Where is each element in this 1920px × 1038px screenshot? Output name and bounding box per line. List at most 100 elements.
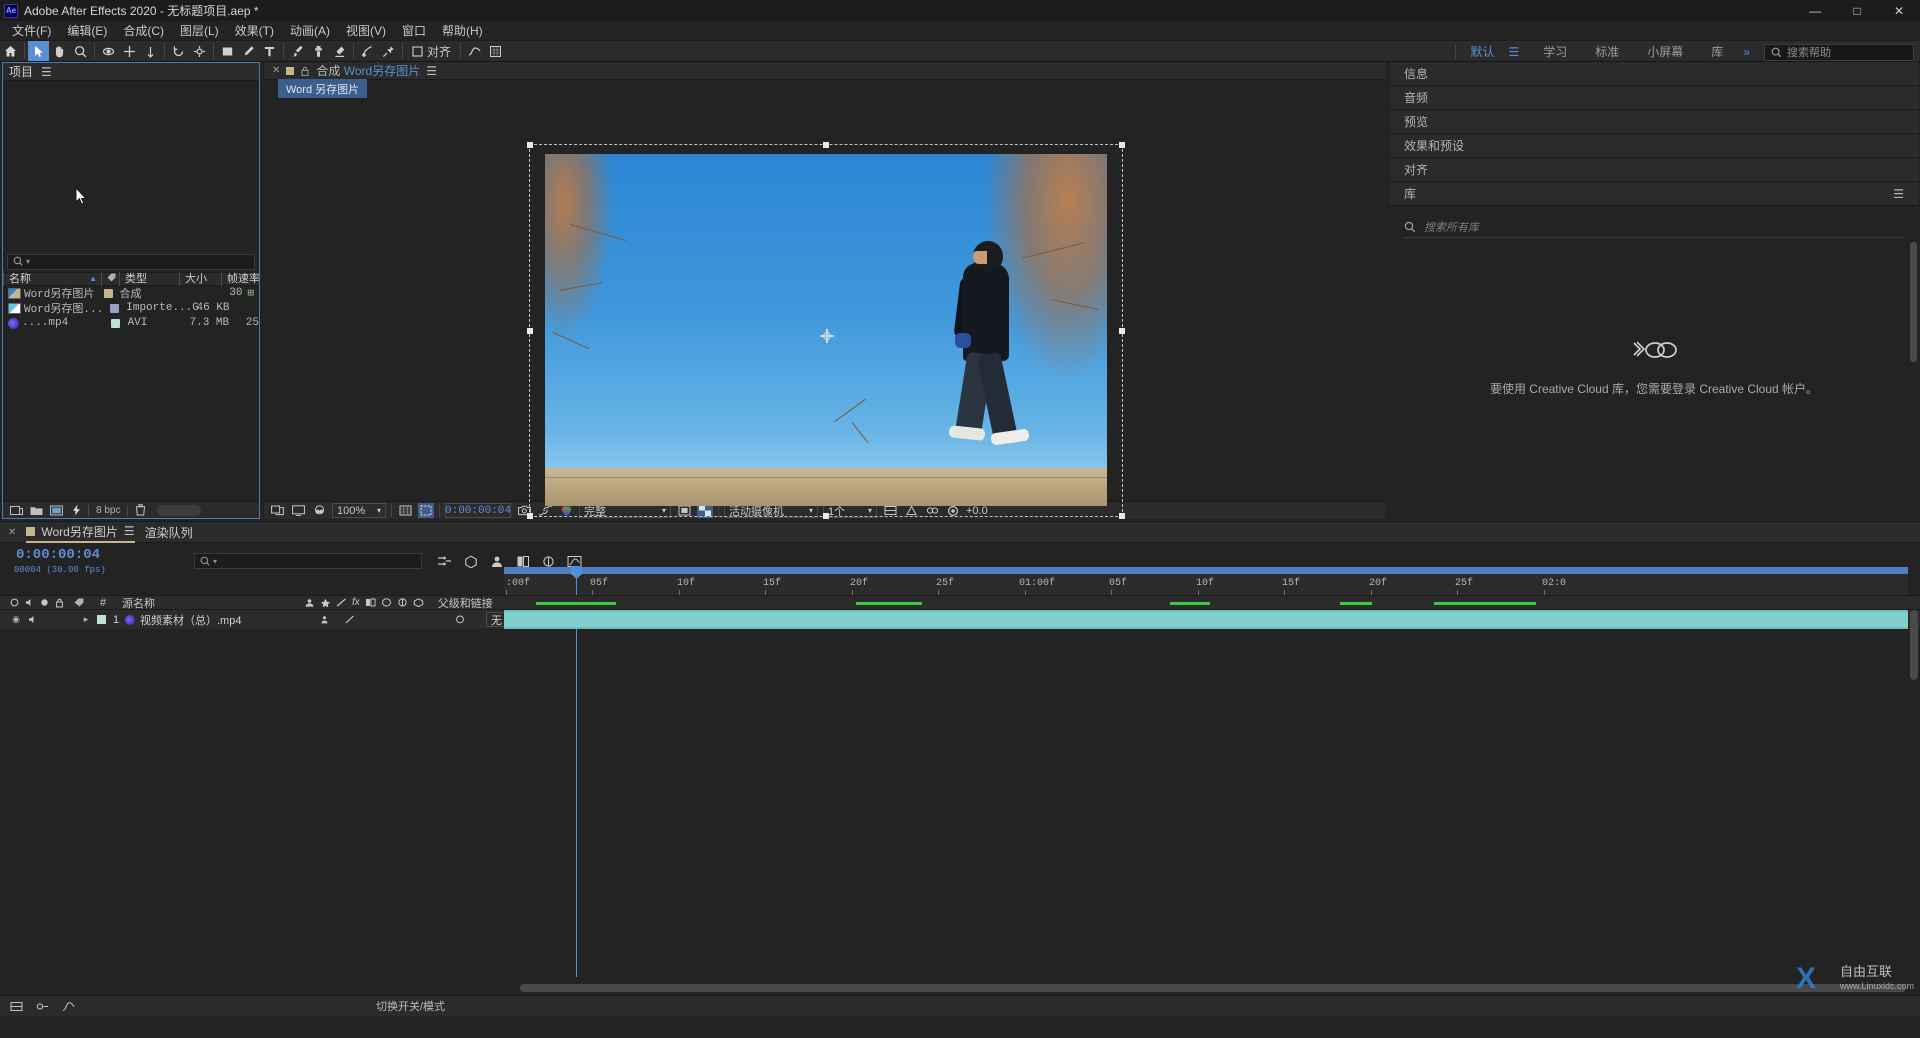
workspace-menu-icon[interactable]: ☰ bbox=[1508, 45, 1529, 59]
column-layer-index[interactable]: # bbox=[94, 597, 112, 609]
main-viewer-icon[interactable] bbox=[290, 503, 306, 518]
menu-animation[interactable]: 动画(A) bbox=[282, 20, 338, 41]
roto-brush-tool-icon[interactable] bbox=[357, 41, 378, 61]
video-visibility-icon[interactable] bbox=[10, 598, 19, 607]
selection-tool-icon[interactable] bbox=[28, 41, 49, 61]
column-size[interactable]: 大小 bbox=[179, 271, 221, 286]
layer-video-toggle[interactable]: ◉ bbox=[8, 610, 24, 629]
zoom-tool-icon[interactable] bbox=[70, 41, 91, 61]
resize-handle-tc[interactable] bbox=[823, 142, 829, 148]
lock-icon[interactable] bbox=[55, 598, 64, 608]
rectangle-tool-icon[interactable] bbox=[217, 41, 238, 61]
timeline-tab-composition[interactable]: Word另存图片 ☰ bbox=[26, 522, 135, 543]
library-search-input[interactable]: 搜索所有库 bbox=[1404, 216, 1904, 238]
composition-stage[interactable] bbox=[264, 98, 1386, 519]
layer-audio-toggle[interactable] bbox=[24, 610, 40, 629]
collapse-transform-icon[interactable] bbox=[320, 598, 331, 607]
anchor-point-tool-icon[interactable] bbox=[189, 41, 210, 61]
workspace-small-screen[interactable]: 小屏幕 bbox=[1633, 41, 1697, 63]
layer-frameblend-switch[interactable] bbox=[386, 610, 402, 629]
layer-3d-switch[interactable] bbox=[452, 610, 468, 629]
libraries-scrollbar[interactable] bbox=[1910, 242, 1917, 362]
work-area-bar[interactable] bbox=[504, 567, 1908, 574]
region-of-interest-icon[interactable] bbox=[418, 503, 434, 518]
grid-guides-icon[interactable] bbox=[397, 503, 413, 518]
timeline-vertical-scrollbar[interactable] bbox=[1910, 610, 1918, 680]
zoom-level-select[interactable]: 100% ▾ bbox=[332, 503, 386, 518]
help-search-field[interactable]: 搜索帮助 bbox=[1764, 43, 1914, 61]
eraser-tool-icon[interactable] bbox=[329, 41, 350, 61]
panel-libraries[interactable]: 库 ☰ bbox=[1390, 182, 1918, 206]
panel-align[interactable]: 对齐 bbox=[1390, 158, 1918, 182]
lock-icon[interactable] bbox=[300, 66, 310, 76]
timeline-graph-icon[interactable] bbox=[60, 999, 76, 1014]
panel-info[interactable]: 信息 bbox=[1390, 62, 1918, 86]
resize-handle-tl[interactable] bbox=[527, 142, 533, 148]
resize-handle-tr[interactable] bbox=[1119, 142, 1125, 148]
orbit-camera-icon[interactable] bbox=[98, 41, 119, 61]
toggle-switches-modes-icon[interactable] bbox=[8, 999, 24, 1014]
motion-blur-switch-icon[interactable] bbox=[381, 598, 392, 607]
quality-switch-icon[interactable] bbox=[336, 598, 347, 607]
column-framerate[interactable]: 帧速率 bbox=[221, 271, 259, 286]
workspace-libraries[interactable]: 库 bbox=[1697, 41, 1737, 63]
3d-layer-switch-icon[interactable] bbox=[413, 598, 424, 607]
solo-icon[interactable] bbox=[40, 598, 49, 607]
minimize-button[interactable]: — bbox=[1794, 0, 1836, 21]
timeline-tab-render-queue[interactable]: 渲染队列 bbox=[145, 522, 193, 543]
layer-solo-toggle[interactable] bbox=[40, 610, 56, 629]
pen-tool-icon[interactable] bbox=[238, 41, 259, 61]
channel-and-color-icon[interactable] bbox=[311, 503, 327, 518]
column-name[interactable]: 名称 bbox=[9, 272, 31, 286]
project-settings-icon[interactable] bbox=[68, 503, 84, 518]
interpret-footage-icon[interactable] bbox=[8, 503, 24, 518]
current-time-display[interactable]: 0:00:00:04 bbox=[445, 503, 511, 518]
menu-effect[interactable]: 效果(T) bbox=[227, 20, 282, 41]
workspace-overflow-icon[interactable]: » bbox=[1737, 45, 1756, 59]
hide-shy-layers-icon[interactable] bbox=[488, 553, 505, 570]
layer-quality-switch[interactable] bbox=[342, 610, 358, 629]
layer-shy-switch[interactable] bbox=[316, 610, 332, 629]
anchor-point-icon[interactable] bbox=[820, 329, 834, 343]
project-panel-menu-icon[interactable]: ☰ bbox=[41, 65, 52, 79]
menu-composition[interactable]: 合成(C) bbox=[115, 20, 172, 41]
layer-motionblur-switch[interactable] bbox=[408, 610, 424, 629]
bit-depth-label[interactable]: 8 bpc bbox=[88, 504, 129, 516]
panel-audio[interactable]: 音频 bbox=[1390, 86, 1918, 110]
project-tab[interactable]: 项目 bbox=[9, 63, 33, 80]
dolly-camera-icon[interactable] bbox=[140, 41, 161, 61]
menu-window[interactable]: 窗口 bbox=[394, 20, 434, 41]
hand-tool-icon[interactable] bbox=[49, 41, 70, 61]
workspace-standard[interactable]: 标准 bbox=[1581, 41, 1633, 63]
project-item-label-swatch[interactable] bbox=[104, 318, 128, 328]
menu-view[interactable]: 视图(V) bbox=[338, 20, 394, 41]
timeline-panel-menu-icon[interactable]: ☰ bbox=[124, 524, 135, 538]
libraries-panel-menu-icon[interactable]: ☰ bbox=[1893, 187, 1904, 201]
maximize-button[interactable]: □ bbox=[1836, 0, 1878, 21]
draft-3d-icon[interactable] bbox=[462, 553, 479, 570]
project-row-image[interactable]: Word另存图... Importe...G 46 KB bbox=[3, 301, 259, 316]
column-source-name[interactable]: 源名称 bbox=[112, 595, 298, 611]
close-timeline-tab-icon[interactable]: ✕ bbox=[8, 527, 16, 538]
panel-preview[interactable]: 预览 bbox=[1390, 110, 1918, 134]
workspace-default[interactable]: 默认 bbox=[1456, 41, 1508, 63]
menu-edit[interactable]: 编辑(E) bbox=[59, 20, 115, 41]
layer-shy-toggle[interactable]: ▸ bbox=[78, 610, 94, 629]
layer-name[interactable]: 视频素材（总）.mp4 bbox=[136, 612, 306, 628]
timeline-current-time[interactable]: 0:00:00:04 bbox=[0, 547, 180, 563]
brush-tool-icon[interactable] bbox=[287, 41, 308, 61]
breadcrumb[interactable]: Word 另存图片 bbox=[278, 79, 368, 99]
close-button[interactable]: ✕ bbox=[1878, 0, 1920, 21]
composition-mini-flowchart-icon[interactable] bbox=[436, 553, 453, 570]
column-type[interactable]: 类型 bbox=[119, 271, 179, 286]
delete-icon[interactable] bbox=[132, 503, 148, 518]
audio-icon[interactable] bbox=[25, 598, 34, 607]
workspace-learn[interactable]: 学习 bbox=[1529, 41, 1581, 63]
align-snap-button[interactable]: 对齐 bbox=[406, 42, 457, 61]
home-icon[interactable] bbox=[0, 41, 21, 61]
resize-handle-bl[interactable] bbox=[527, 513, 533, 519]
sort-asc-icon[interactable]: ▲ bbox=[89, 272, 97, 286]
menu-layer[interactable]: 图层(L) bbox=[172, 20, 227, 41]
composition-tab-label[interactable]: 合成 Word另存图片 bbox=[316, 62, 420, 79]
switches-modes-label[interactable]: 切换开关/模式 bbox=[376, 998, 445, 1014]
